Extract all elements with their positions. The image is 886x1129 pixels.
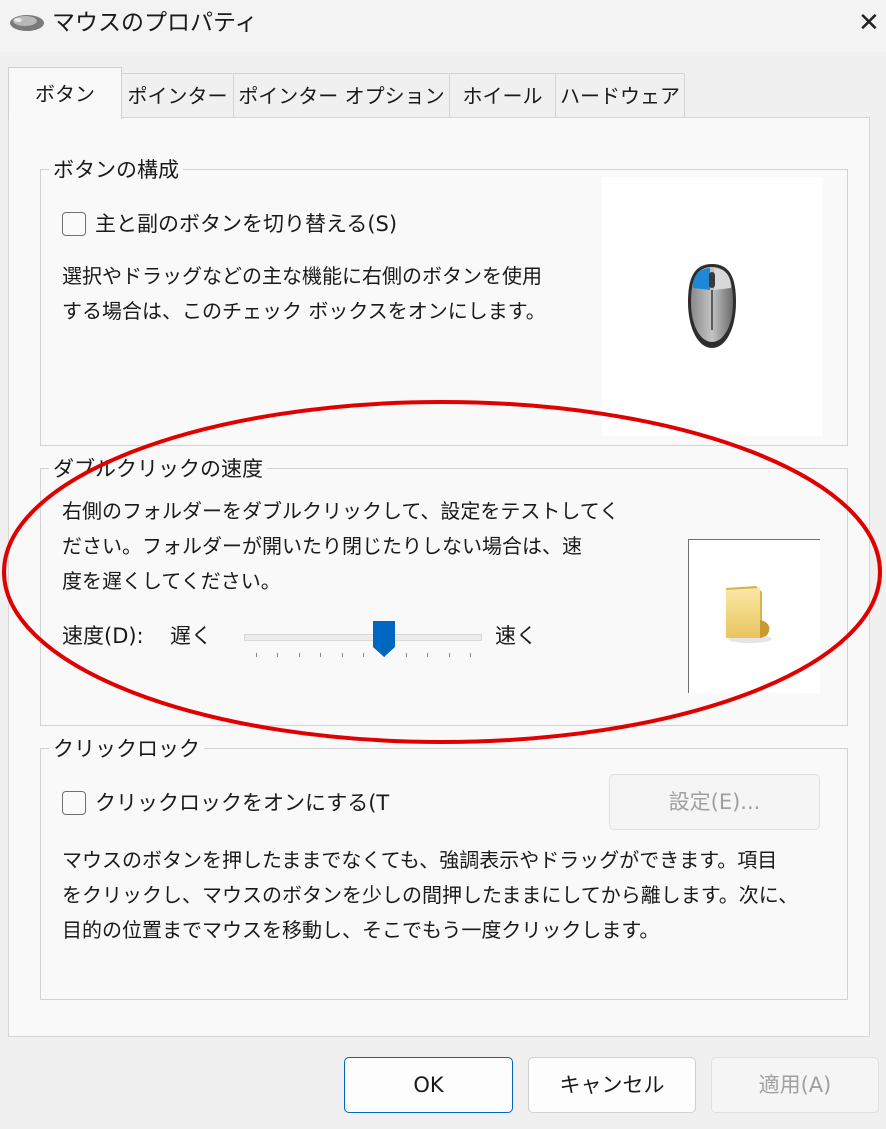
click-lock-desc-line2: をクリックし、マウスのボタンを少しの間押したままにしてから離します。次に、 <box>62 883 799 907</box>
mouse-app-icon <box>10 15 44 31</box>
title-bar: マウスのプロパティ ✕ <box>0 0 886 52</box>
annotation-ellipse <box>2 400 882 744</box>
window-title: マウスのプロパティ <box>52 10 258 36</box>
click-lock-desc-line1: マウスのボタンを押したままでなくても、強調表示やドラッグができます。項目 <box>62 848 778 872</box>
close-button[interactable]: ✕ <box>836 0 886 46</box>
click-lock-checkbox[interactable] <box>62 791 86 815</box>
click-lock-settings-button[interactable]: 設定(E)... <box>609 774 820 830</box>
apply-button[interactable]: 適用(A) <box>711 1057 879 1113</box>
close-icon: ✕ <box>858 8 880 38</box>
button-config-title: ボタンの構成 <box>49 156 183 184</box>
tab-wheel[interactable]: ホイール <box>449 73 556 117</box>
tab-buttons[interactable]: ボタン <box>8 67 122 119</box>
button-config-desc-line2: する場合は、このチェック ボックスをオンにします。 <box>62 299 546 323</box>
tab-pointers[interactable]: ポインター <box>121 73 234 117</box>
button-config-desc-line1: 選択やドラッグなどの主な機能に右側のボタンを使用 <box>62 264 542 288</box>
tab-hardware[interactable]: ハードウェア <box>555 73 685 117</box>
ok-button[interactable]: OK <box>344 1057 513 1113</box>
mouse-icon <box>688 264 736 348</box>
swap-buttons-label[interactable]: 主と副のボタンを切り替える(S) <box>95 209 397 239</box>
tab-pointer-options[interactable]: ポインター オプション <box>233 73 450 117</box>
swap-buttons-checkbox[interactable] <box>62 212 86 236</box>
click-lock-desc-line3: 目的の位置までマウスを移動し、そこでもう一度クリックします。 <box>62 918 660 942</box>
click-lock-label[interactable]: クリックロックをオンにする(T <box>95 788 389 818</box>
cancel-button[interactable]: キャンセル <box>528 1057 696 1113</box>
